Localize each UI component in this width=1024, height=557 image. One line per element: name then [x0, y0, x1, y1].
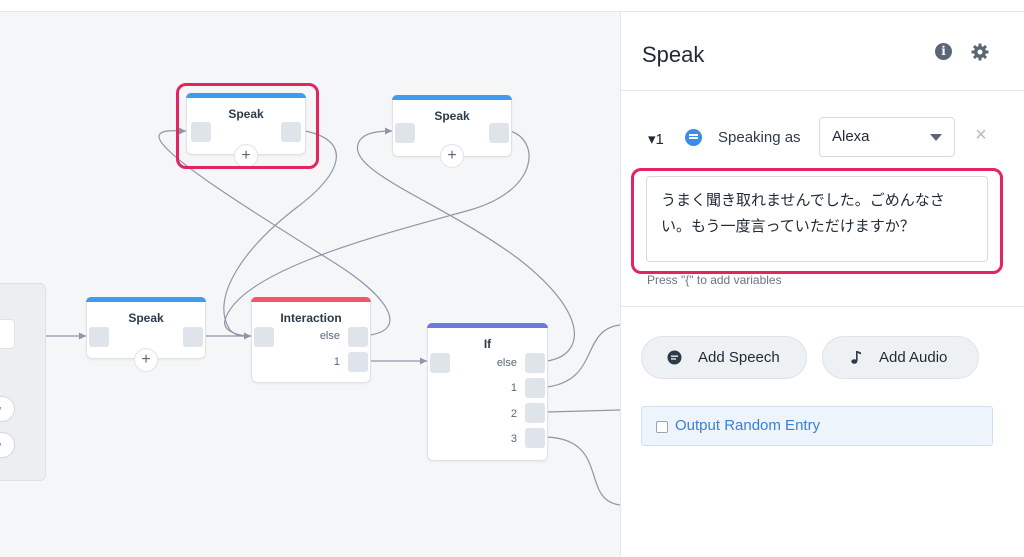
gear-icon[interactable]: [971, 43, 989, 61]
arrowhead: [79, 332, 86, 340]
output-port-else[interactable]: [525, 353, 545, 373]
interaction-node[interactable]: Interaction else 1: [251, 297, 371, 383]
node-title: If: [483, 337, 492, 351]
info-icon[interactable]: i: [935, 43, 952, 60]
random-entry-label: Output Random Entry: [675, 417, 821, 434]
add-audio-label: Add Audio: [879, 349, 948, 366]
speech-bubble-icon: [685, 129, 702, 146]
output-port-3[interactable]: [525, 428, 545, 448]
output-port-1[interactable]: [525, 378, 545, 398]
arrowhead: [385, 127, 392, 135]
wire: [546, 324, 620, 388]
chevron-down-icon: [930, 134, 942, 141]
input-port[interactable]: [395, 123, 415, 143]
divider: [621, 90, 1024, 91]
flow-canvas[interactable]: Flow Flow Speak + Speak + Speak + Intera…: [0, 0, 620, 557]
port-label-else: else: [496, 357, 517, 369]
output-port-2[interactable]: [525, 403, 545, 423]
speak-node[interactable]: Speak +: [86, 297, 206, 372]
divider: [621, 306, 1024, 307]
flow-group-panel[interactable]: Flow Flow: [0, 283, 46, 481]
music-note-icon: [851, 351, 861, 364]
random-entry-option[interactable]: Output Random Entry: [641, 406, 993, 446]
input-port[interactable]: [254, 327, 274, 347]
node-title: Speak: [128, 311, 164, 325]
group-output-port[interactable]: [0, 319, 15, 349]
add-audio-button[interactable]: Add Audio: [822, 336, 979, 379]
arrowhead: [244, 332, 251, 340]
close-icon[interactable]: ×: [972, 125, 990, 145]
port-label-3: 3: [510, 433, 517, 445]
voice-select[interactable]: Alexa: [819, 117, 955, 157]
random-entry-checkbox[interactable]: [656, 421, 668, 433]
input-port[interactable]: [89, 327, 109, 347]
node-title: Interaction: [280, 311, 342, 325]
if-node[interactable]: If else 1 2 3: [427, 323, 548, 461]
node-color-bar: [392, 95, 512, 100]
input-highlight: [631, 168, 1003, 274]
panel-title: Speak: [642, 42, 705, 67]
flow-button[interactable]: Flow: [0, 396, 15, 422]
voice-select-value: Alexa: [832, 128, 870, 145]
speech-bubble-icon: [667, 350, 682, 365]
add-speech-button[interactable]: Add Speech: [641, 336, 807, 379]
input-port[interactable]: [430, 353, 450, 373]
node-title: Speak: [434, 109, 470, 123]
output-port-1[interactable]: [348, 352, 368, 372]
speaking-as-label: Speaking as: [718, 129, 801, 146]
arrowhead: [420, 357, 427, 365]
node-color-bar: [251, 297, 371, 302]
output-port[interactable]: [489, 123, 509, 143]
output-port-else[interactable]: [348, 327, 368, 347]
output-port[interactable]: [183, 327, 203, 347]
speak-editor-panel: Speak i ▾1 Speaking as Alexa × うまく聞き取れませ…: [620, 12, 1024, 557]
variables-hint: Press "{" to add variables: [647, 273, 782, 287]
node-color-bar: [86, 297, 206, 302]
port-label-2: 2: [510, 408, 517, 420]
entry-collapse-toggle[interactable]: ▾1: [648, 130, 664, 148]
top-bar: [0, 0, 1024, 12]
wire: [546, 409, 620, 413]
add-step-button[interactable]: +: [440, 144, 464, 168]
node-color-bar: [427, 323, 548, 328]
speak-node[interactable]: Speak +: [392, 95, 512, 168]
add-speech-label: Add Speech: [698, 349, 780, 366]
flow-button[interactable]: Flow: [0, 432, 15, 458]
wire: [546, 436, 620, 506]
port-label-1: 1: [510, 382, 517, 394]
selection-highlight: [176, 83, 319, 169]
port-label-1: 1: [333, 356, 340, 368]
add-step-button[interactable]: +: [134, 348, 158, 372]
port-label-else: else: [319, 330, 340, 342]
